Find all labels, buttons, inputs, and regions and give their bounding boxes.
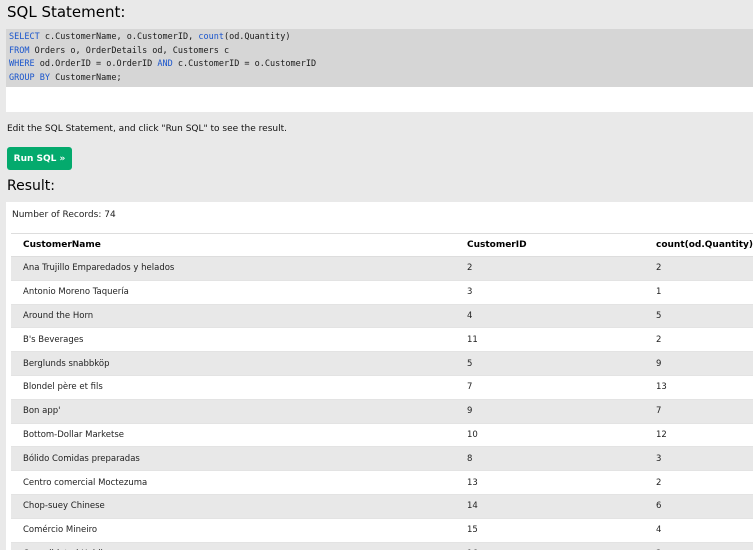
sql-line[interactable]: WHERE od.OrderID = o.OrderID AND c.Custo… (6, 58, 753, 72)
cell-count-quantity: 3 (643, 542, 753, 550)
result-panel: Number of Records: 74 CustomerName Custo… (6, 202, 753, 550)
table-row: Centro comercial Moctezuma 13 2 (11, 470, 753, 495)
cell-customer-name: Ana Trujillo Emparedados y helados (11, 256, 455, 281)
table-header-row: CustomerName CustomerID count(od.Quantit… (11, 233, 753, 257)
cell-customer-id: 8 (454, 446, 644, 472)
sql-keyword: WHERE (9, 59, 35, 69)
sql-statement-heading: SQL Statement: (7, 3, 126, 21)
cell-customer-id: 3 (454, 280, 644, 305)
records-count: Number of Records: 74 (12, 210, 116, 220)
cell-count-quantity: 12 (643, 423, 753, 448)
cell-count-quantity: 9 (643, 351, 753, 376)
table-row: Comércio Mineiro 15 4 (11, 518, 753, 543)
cell-customer-name: Around the Horn (11, 304, 455, 329)
cell-customer-id: 9 (454, 399, 644, 424)
table-row: Consolidated Holdings163 (11, 542, 753, 550)
cell-customer-name: B's Beverages (11, 327, 455, 353)
cell-customer-id: 7 (454, 375, 644, 400)
cell-customer-id: 5 (454, 351, 644, 376)
result-heading: Result: (7, 178, 55, 194)
table-row: Blondel père et fils 7 13 (11, 375, 753, 400)
sql-keyword: FROM (9, 45, 30, 56)
sql-keyword: GROUP BY (9, 72, 50, 83)
table-row: B's Beverages 11 2 (11, 327, 753, 353)
table-row: Antonio Moreno Taquería 3 1 (11, 280, 753, 305)
cell-customer-name: Antonio Moreno Taquería (11, 280, 455, 305)
cell-customer-name: Bon app' (11, 399, 455, 424)
table-row: Around the Horn 4 5 (11, 304, 753, 329)
cell-customer-name: Blondel père et fils (11, 375, 455, 400)
sql-text: od.OrderID = o.OrderID (34, 59, 158, 69)
run-sql-button[interactable]: Run SQL » (7, 147, 72, 170)
cell-count-quantity: 13 (643, 375, 753, 400)
cell-count-quantity: 7 (643, 399, 753, 424)
cell-customer-id: 15 (454, 518, 644, 543)
table-row: Berglunds snabbköp 5 9 (11, 351, 753, 376)
sql-text: Orders o, OrderDetails od, Customers c (29, 45, 230, 56)
sql-text: c.CustomerID = o.CustomerID (172, 59, 317, 69)
sql-keyword: SELECT (9, 32, 40, 42)
cell-count-quantity: 2 (643, 256, 753, 281)
cell-customer-name: Chop-suey Chinese (11, 494, 455, 519)
cell-customer-id: 2 (454, 256, 644, 281)
cell-count-quantity: 2 (643, 327, 753, 353)
cell-customer-name: Comércio Mineiro (11, 518, 455, 543)
header-count-quantity: count(od.Quantity) (643, 233, 753, 257)
sql-editor[interactable]: SELECT c.CustomerName, o.CustomerID, cou… (6, 29, 753, 112)
table-row: Bottom-Dollar Marketse 10 12 (11, 423, 753, 448)
cell-customer-name: Centro comercial Moctezuma (11, 470, 455, 495)
sql-text: (od.Quantity) (223, 32, 291, 42)
cell-customer-id: 10 (454, 423, 644, 448)
cell-count-quantity: 1 (643, 280, 753, 305)
cell-count-quantity: 2 (643, 470, 753, 495)
tryit-page: SQL Statement: SELECT c.CustomerName, o.… (0, 0, 753, 550)
cell-customer-id: 16 (454, 542, 644, 550)
cell-count-quantity: 3 (643, 446, 753, 472)
cell-customer-id: 4 (454, 304, 644, 329)
cell-customer-name: Bólido Comidas preparadas (11, 446, 455, 472)
cell-customer-id: 11 (454, 327, 644, 353)
sql-text: c.CustomerName, o.CustomerID, (39, 32, 199, 42)
table-row: Bon app' 9 7 (11, 399, 753, 424)
cell-customer-id: 13 (454, 470, 644, 495)
cell-customer-id: 14 (454, 494, 644, 519)
sql-keyword: AND (157, 59, 173, 69)
cell-customer-name: Berglunds snabbköp (11, 351, 455, 376)
table-row: Ana Trujillo Emparedados y helados 2 2 (11, 256, 753, 281)
cell-customer-name: Consolidated Holdings (11, 542, 455, 550)
table-row: Bólido Comidas preparadas 8 3 (11, 446, 753, 472)
sql-line[interactable]: FROM Orders o, OrderDetails od, Customer… (6, 45, 753, 59)
result-table: CustomerName CustomerID count(od.Quantit… (11, 233, 753, 550)
header-customer-id: CustomerID (454, 233, 644, 257)
cell-count-quantity: 4 (643, 518, 753, 543)
cell-count-quantity: 5 (643, 304, 753, 329)
sql-line[interactable]: GROUP BY CustomerName; (6, 72, 753, 86)
table-row: Chop-suey Chinese 14 6 (11, 494, 753, 519)
result-table-body: Ana Trujillo Emparedados y helados 2 2 Anto… (11, 256, 753, 550)
cell-customer-name: Bottom-Dollar Marketse (11, 423, 455, 448)
instruction-text: Edit the SQL Statement, and click "Run S… (7, 124, 287, 134)
sql-text: CustomerName; (49, 72, 122, 83)
header-customer-name: CustomerName (11, 233, 455, 257)
sql-keyword: count (198, 32, 224, 42)
sql-editor-highlight: SELECT c.CustomerName, o.CustomerID, cou… (6, 29, 753, 87)
cell-count-quantity: 6 (643, 494, 753, 519)
sql-line[interactable]: SELECT c.CustomerName, o.CustomerID, cou… (6, 31, 753, 45)
